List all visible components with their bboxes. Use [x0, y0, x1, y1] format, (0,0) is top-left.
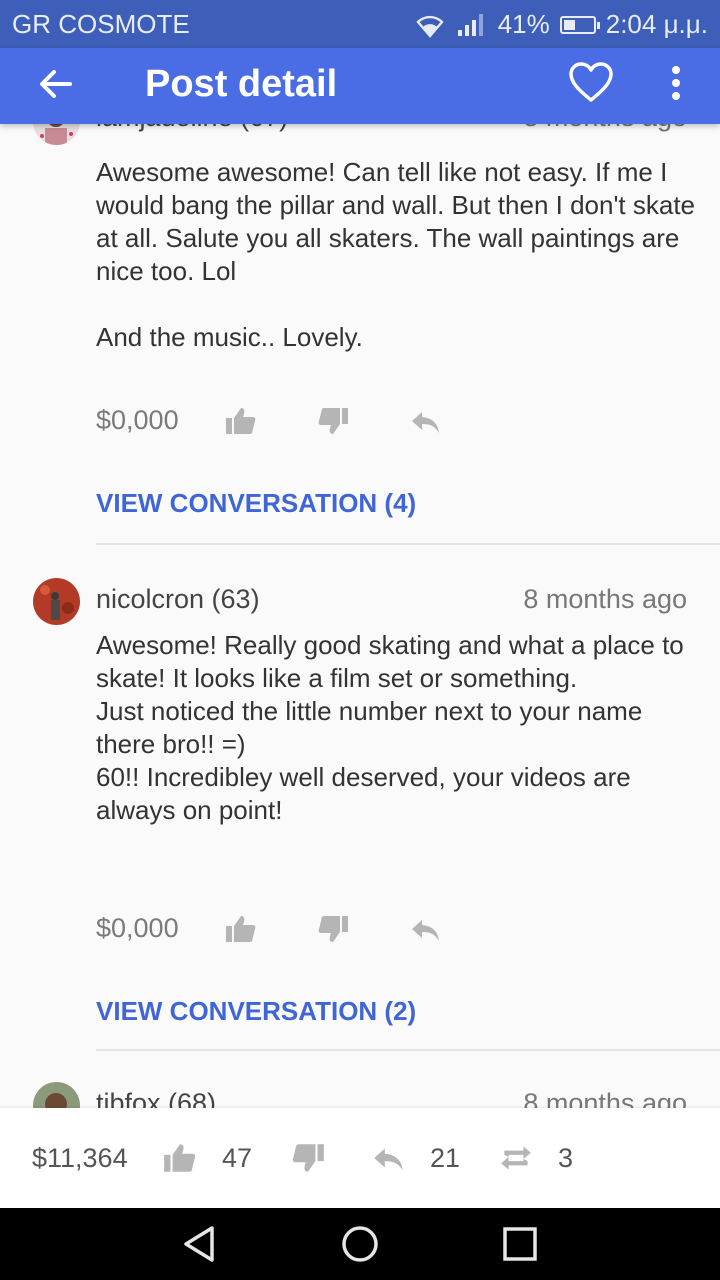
thumbs-up-icon[interactable]	[224, 406, 258, 436]
comment-timestamp: 8 months ago	[523, 1088, 687, 1108]
nav-recents-icon[interactable]	[500, 1224, 540, 1264]
battery-percent: 41%	[497, 9, 550, 39]
reply-icon[interactable]	[408, 914, 442, 944]
app-bar: Post detail	[0, 48, 720, 124]
thumbs-down-icon[interactable]	[316, 914, 350, 944]
comment-paragraph: Awesome! Really good skating and what a …	[96, 630, 684, 693]
view-conversation-link[interactable]: VIEW CONVERSATION (4)	[96, 488, 416, 519]
likes-count: 47	[222, 1143, 253, 1173]
comment-timestamp: 8 months ago	[523, 584, 687, 614]
post-payout[interactable]: $11,364	[32, 1143, 128, 1174]
nav-home-icon[interactable]	[340, 1224, 380, 1264]
avatar[interactable]	[33, 578, 80, 625]
reblog-icon[interactable]	[498, 1142, 534, 1174]
divider	[96, 1049, 720, 1051]
comment-paragraph: Awesome awesome! Can tell like not easy.…	[96, 157, 696, 286]
comment-body: Awesome! Really good skating and what a …	[96, 629, 696, 827]
comment-username[interactable]: tibfox (68)	[96, 1088, 216, 1108]
comment-paragraph: 60!! Incredibley well deserved, your vid…	[96, 762, 631, 825]
heart-icon[interactable]	[568, 60, 614, 106]
comment-timestamp: 8 months ago	[523, 124, 687, 133]
wifi-icon	[416, 15, 444, 38]
comment-actions: $0,000	[96, 910, 496, 950]
comment-payout[interactable]: $0,000	[96, 405, 179, 436]
post-stats-bar: $11,364 47 21 3	[0, 1108, 720, 1208]
thumbs-up-icon[interactable]	[162, 1142, 198, 1174]
divider	[96, 543, 720, 545]
nav-back-icon[interactable]	[180, 1224, 220, 1264]
comment-username[interactable]: nicolcron (63)	[96, 584, 260, 615]
comment-paragraph: Just noticed the little number next to y…	[96, 696, 643, 759]
signal-icon	[457, 13, 483, 36]
clock: 2:04 μ.μ.	[605, 9, 708, 39]
comments-list[interactable]: iamjadeline (67) 8 months ago Awesome aw…	[0, 124, 720, 1108]
carrier-name: GR COSMOTE	[12, 9, 190, 39]
thumbs-down-icon[interactable]	[316, 406, 350, 436]
battery-level-fill	[563, 19, 575, 30]
reply-icon[interactable]	[408, 406, 442, 436]
system-nav-bar	[0, 1208, 720, 1280]
comment-actions: $0,000	[96, 402, 496, 442]
status-indicators: 41% 2:04 μ.μ.	[414, 9, 708, 40]
replies-count: 21	[430, 1143, 461, 1173]
comment-payout[interactable]: $0,000	[96, 913, 179, 944]
status-bar: GR COSMOTE 41% 2:04 μ.μ.	[0, 0, 720, 48]
more-vert-icon[interactable]	[660, 62, 692, 106]
comment-paragraph: And the music.. Lovely.	[96, 322, 363, 352]
reblogs-count: 3	[558, 1143, 574, 1173]
avatar[interactable]	[33, 1082, 80, 1108]
battery-icon	[559, 15, 600, 34]
comment-body: Awesome awesome! Can tell like not easy.…	[96, 156, 696, 354]
view-conversation-link[interactable]: VIEW CONVERSATION (2)	[96, 996, 416, 1027]
thumbs-down-icon[interactable]	[290, 1142, 326, 1174]
reply-icon[interactable]	[370, 1142, 406, 1174]
back-arrow-icon[interactable]	[34, 62, 78, 106]
thumbs-up-icon[interactable]	[224, 914, 258, 944]
page-title: Post detail	[145, 63, 338, 105]
comment-username[interactable]: iamjadeline (67)	[96, 124, 288, 133]
avatar[interactable]	[33, 124, 80, 145]
